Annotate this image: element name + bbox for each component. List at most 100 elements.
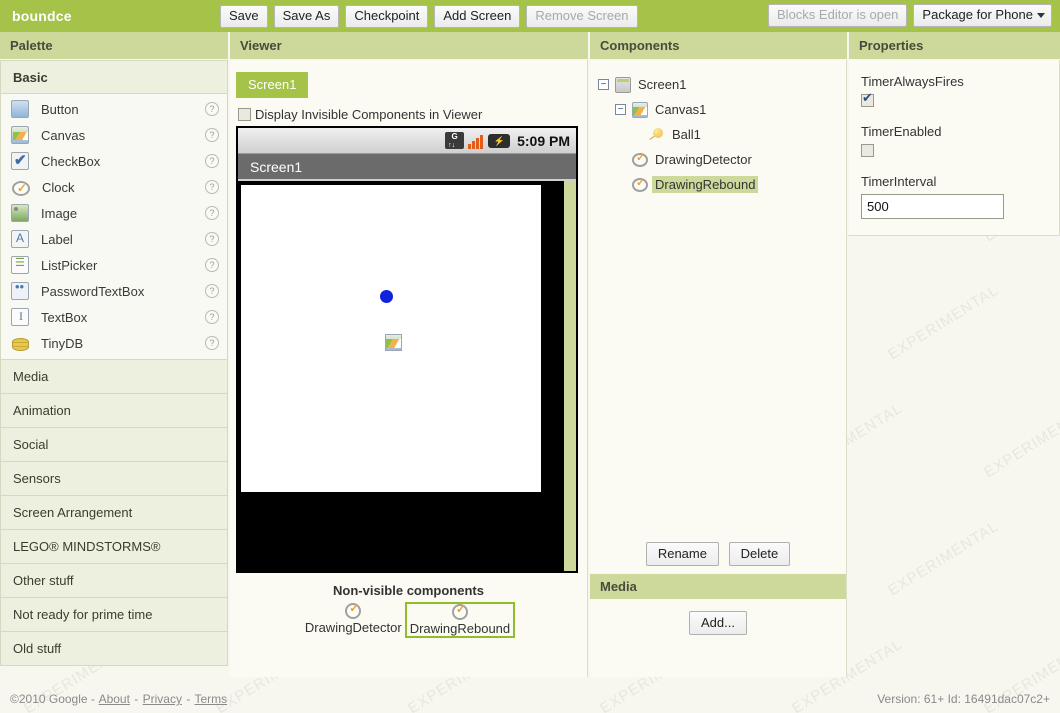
palette-section-old-stuff[interactable]: Old stuff [0,632,228,666]
palette-section-lego-mindstorms[interactable]: LEGO® MINDSTORMS® [0,530,228,564]
footer-links: ©2010 Google - About - Privacy - Terms [10,692,877,706]
palette-section-label: Media [13,369,49,384]
palette-item-label: CheckBox [41,153,101,169]
palette-section-media[interactable]: Media [0,360,228,394]
ball-icon [649,127,665,143]
clock-icon [451,602,468,620]
tree-node-label[interactable]: Canvas1 [652,101,709,118]
help-icon[interactable]: ? [205,232,219,246]
help-icon[interactable]: ? [205,128,219,142]
help-icon[interactable]: ? [205,284,219,298]
phone-scrollbar[interactable] [564,181,576,571]
save-as-button[interactable]: Save As [273,4,340,28]
components-panel: − Screen1 − Canvas1 Ball1 D [588,60,847,677]
palette-section-not-ready[interactable]: Not ready for prime time [0,598,228,632]
display-invisible-label: Display Invisible Components in Viewer [255,107,483,122]
project-title: boundce [12,8,72,24]
media-add-button[interactable]: Add... [689,611,747,635]
help-icon[interactable]: ? [205,154,219,168]
timerenabled-checkbox[interactable] [861,144,874,157]
phone-title-label: Screen1 [250,158,303,175]
tinydb-icon [11,334,29,352]
palette-item-textbox[interactable]: TextBox ? [1,304,227,330]
palette-item-image[interactable]: Image ? [1,200,227,226]
palette-item-label: Image [41,205,78,221]
timeralwaysfires-checkbox[interactable] [861,90,874,107]
palette-item-passwordtextbox[interactable]: PasswordTextBox ? [1,278,227,304]
help-icon[interactable]: ? [205,180,219,194]
palette-section-label: Old stuff [13,641,62,656]
palette-section-other-stuff[interactable]: Other stuff [0,564,228,598]
help-icon[interactable]: ? [205,258,219,272]
footer-separator: - [134,692,139,706]
tree-node-drawingrebound[interactable]: DrawingRebound [598,172,846,197]
battery-icon: ⚡ [488,133,511,148]
palette-section-animation[interactable]: Animation [0,394,228,428]
palette-section-label: Sensors [13,471,61,486]
tree-node-drawingdetector[interactable]: DrawingDetector [598,147,846,172]
tree-node-label[interactable]: Ball1 [669,126,704,143]
package-for-phone-label: Package for Phone [922,7,1033,22]
palette-section-sensors[interactable]: Sensors [0,462,228,496]
palette-item-checkbox[interactable]: CheckBox ? [1,148,227,174]
rename-button[interactable]: Rename [645,542,719,566]
palette-item-label: Clock [42,179,75,195]
canvas-image-sprite[interactable] [385,334,402,351]
screen-tab-screen1[interactable]: Screen1 [236,72,309,98]
about-link[interactable]: About [99,692,130,706]
palette-item-tinydb[interactable]: TinyDB ? [1,330,227,356]
tree-toggle-icon[interactable]: − [615,104,626,115]
package-for-phone-button[interactable]: Package for Phone [913,4,1052,27]
help-icon[interactable]: ? [205,206,219,220]
tree-node-label[interactable]: DrawingRebound [652,176,759,193]
palette-item-listpicker[interactable]: ListPicker ? [1,252,227,278]
ball1-sprite[interactable] [380,290,393,303]
remove-screen-button: Remove Screen [526,4,638,28]
tree-node-screen1[interactable]: − Screen1 [598,72,846,97]
palette-item-label[interactable]: Label ? [1,226,227,252]
palette-section-label: Screen Arrangement [13,505,133,520]
non-visible-item-drawingrebound[interactable]: DrawingRebound [404,602,516,638]
tree-node-label[interactable]: Screen1 [635,76,689,93]
palette-item-canvas[interactable]: Canvas ? [1,122,227,148]
canvas1-surface[interactable] [241,185,541,492]
palette-item-clock[interactable]: Clock ? [1,174,227,200]
palette-section-label: Social [13,437,49,452]
palette-section-screen-arrangement[interactable]: Screen Arrangement [0,496,228,530]
screen-icon [615,76,631,93]
phone-status-time: 5:09 PM [517,132,570,149]
delete-button[interactable]: Delete [728,542,791,566]
property-label: TimerInterval [861,174,937,189]
palette-section-social[interactable]: Social [0,428,228,462]
tree-toggle-icon[interactable]: − [598,79,609,90]
save-button[interactable]: Save [220,4,268,28]
help-icon[interactable]: ? [205,310,219,324]
tree-node-label[interactable]: DrawingDetector [652,151,755,168]
tree-node-canvas1[interactable]: − Canvas1 [598,97,846,122]
media-panel: Add... [590,599,846,677]
components-header: Components [588,32,847,59]
palette-section-basic-label: Basic [13,69,48,85]
non-visible-item-drawingdetector[interactable]: DrawingDetector [302,601,405,637]
data-transfer-icon: G [445,132,465,149]
privacy-link[interactable]: Privacy [143,692,182,706]
toolbar-main-buttons: Save Save As Checkpoint Add Screen Remov… [220,4,644,28]
property-label: TimerEnabled [861,124,942,139]
timerinterval-input[interactable] [861,194,1004,219]
add-screen-button[interactable]: Add Screen [434,4,521,28]
footer-separator: - [186,692,191,706]
palette-section-label: Not ready for prime time [13,607,153,622]
image-icon [11,204,29,222]
palette-item-button[interactable]: Button ? [1,96,227,122]
help-icon[interactable]: ? [205,336,219,350]
signal-bars-icon [468,132,484,149]
property-timeralwaysfires: TimerAlwaysFires [861,74,1059,110]
tree-node-ball1[interactable]: Ball1 [598,122,846,147]
palette-section-label: Other stuff [13,573,74,588]
palette-item-label: TinyDB [41,335,84,351]
checkpoint-button[interactable]: Checkpoint [345,4,429,28]
display-invisible-checkbox[interactable] [238,108,251,121]
help-icon[interactable]: ? [205,102,219,116]
terms-link[interactable]: Terms [194,692,227,706]
palette-section-basic[interactable]: Basic [0,60,228,94]
